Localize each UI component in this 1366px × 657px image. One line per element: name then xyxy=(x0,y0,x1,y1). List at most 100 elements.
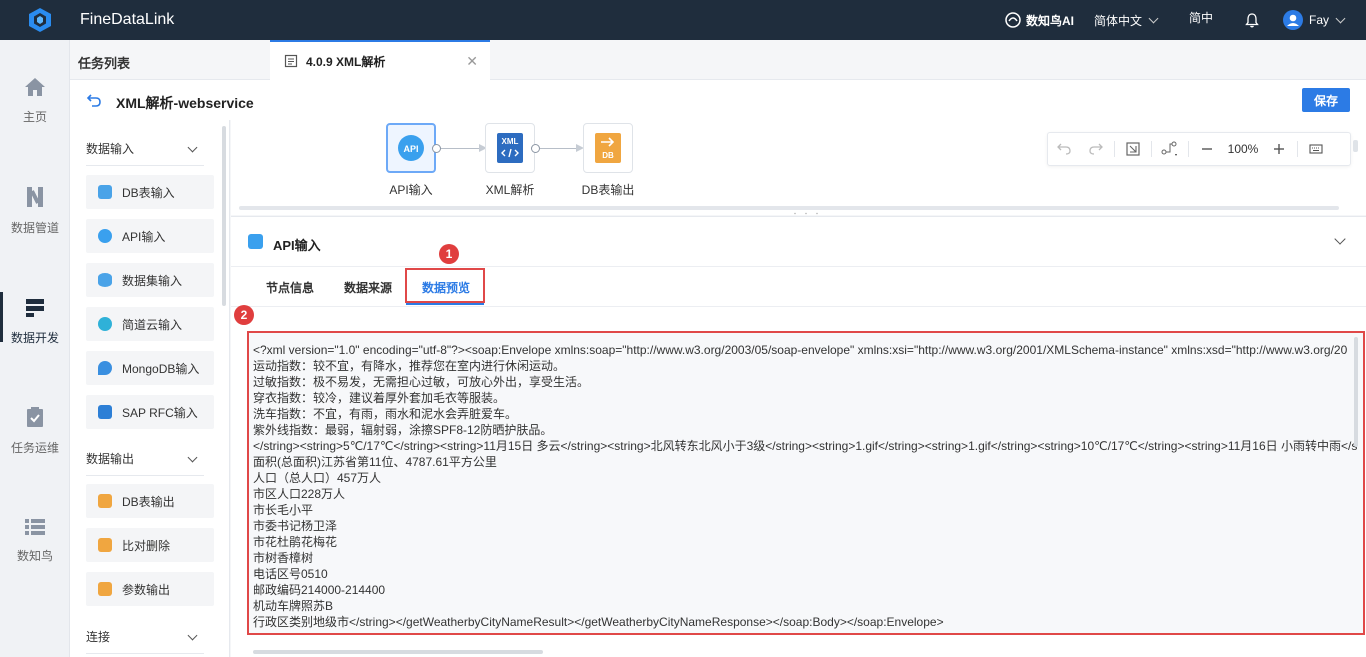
flow-canvas[interactable]: API API输入 XML XML解析 DB DB表输出 100% xyxy=(231,120,1366,215)
palette-item-compare-delete[interactable]: 比对删除 xyxy=(86,528,214,562)
palette-item-label: SAP RFC输入 xyxy=(122,405,198,420)
simplified-label: 简中 xyxy=(1188,10,1213,25)
edge-1[interactable] xyxy=(441,148,483,149)
annotation-badge-2: 2 xyxy=(234,305,254,325)
notification-button[interactable] xyxy=(1245,12,1259,28)
palette-item-dataset-input[interactable]: 数据集输入 xyxy=(86,263,214,297)
zoom-in-button[interactable] xyxy=(1263,133,1295,165)
tab-divider xyxy=(231,306,1366,307)
toolbar-divider xyxy=(1114,141,1115,157)
palette-item-label: 简道云输入 xyxy=(122,317,183,332)
palette-item-label: 数据集输入 xyxy=(122,273,183,288)
redo-icon xyxy=(1089,143,1103,155)
node-api-input[interactable]: API xyxy=(386,123,436,173)
user-menu[interactable]: Fay xyxy=(1282,10,1346,30)
node-port[interactable] xyxy=(432,144,441,153)
nav-pipeline[interactable]: 数据管道 xyxy=(0,186,70,236)
toolbar-divider xyxy=(1297,141,1298,157)
api-icon: API xyxy=(398,135,424,161)
group-data-input[interactable]: 数据输入 xyxy=(86,140,204,166)
tab-xml-parse-label: 4.0.9 XML解析 xyxy=(306,54,386,69)
nav-task-ops-label: 任务运维 xyxy=(10,441,59,455)
toolbar-divider xyxy=(1151,141,1152,157)
palette-item-param-output[interactable]: 参数输出 xyxy=(86,572,214,606)
fit-view-button[interactable] xyxy=(1117,133,1149,165)
db-output-icon xyxy=(98,494,112,508)
fit-view-icon xyxy=(1126,142,1140,156)
edge-2[interactable] xyxy=(540,148,580,149)
palette-item-db-input[interactable]: DB表输入 xyxy=(86,175,214,209)
panel-divider xyxy=(231,266,1366,267)
node-db-output-label: DB表输出 xyxy=(581,183,635,197)
tab-data-source[interactable]: 数据来源 xyxy=(344,279,392,296)
mongodb-icon xyxy=(98,361,112,375)
palette-item-sap-input[interactable]: SAP RFC输入 xyxy=(86,395,214,429)
app-logo-icon[interactable] xyxy=(27,7,53,33)
ai-label: 数知鸟AI xyxy=(1025,13,1074,28)
preview-scrollbar[interactable] xyxy=(1354,337,1358,447)
redo-button[interactable] xyxy=(1080,133,1112,165)
preview-line: 行政区类别地级市</string></getWeatherbyCityNameR… xyxy=(253,615,944,629)
group-connect[interactable]: 连接 xyxy=(86,628,204,654)
canvas-toolbar: 100% xyxy=(1047,132,1351,166)
nav-task-ops[interactable]: 任务运维 xyxy=(0,406,70,456)
compare-icon xyxy=(98,538,112,552)
palette-item-label: MongoDB输入 xyxy=(122,361,200,376)
group-data-output[interactable]: 数据输出 xyxy=(86,450,204,476)
task-ops-icon xyxy=(27,407,43,427)
palette-item-api-input[interactable]: API输入 xyxy=(86,219,214,253)
nav-bird[interactable]: 数知鸟 xyxy=(0,518,70,564)
simplified-toggle[interactable]: 简中 xyxy=(1189,9,1213,26)
tab-bar: 任务列表 4.0.9 XML解析 ✕ xyxy=(70,40,1366,80)
tab-node-info[interactable]: 节点信息 xyxy=(266,279,314,296)
api-icon xyxy=(98,229,112,243)
nav-home[interactable]: 主页 xyxy=(0,77,70,125)
layout-icon xyxy=(1161,141,1177,156)
panel-title: API输入 xyxy=(273,238,321,253)
canvas-hscrollbar[interactable] xyxy=(239,206,1339,210)
highlight-box-tab xyxy=(405,268,485,303)
user-icon xyxy=(1286,14,1299,26)
layout-button[interactable] xyxy=(1154,133,1186,165)
node-api-input-label: API输入 xyxy=(389,183,433,197)
preview-line: 电话区号0510 xyxy=(253,567,328,581)
node-db-output[interactable]: DB xyxy=(583,123,633,173)
keyboard-button[interactable] xyxy=(1300,133,1332,165)
preview-line: 人口（总人口）457万人 xyxy=(253,471,382,485)
palette-item-jiandaoyun-input[interactable]: 简道云输入 xyxy=(86,307,214,341)
palette-item-label: 参数输出 xyxy=(122,582,171,597)
list-icon xyxy=(25,519,45,535)
language-select[interactable]: 简体中文 xyxy=(1093,12,1159,29)
back-icon[interactable] xyxy=(86,92,102,108)
nav-data-dev[interactable]: 数据开发 xyxy=(0,298,70,346)
preview-line: 面积(总面积)江苏省第11位、4787.61平方公里 xyxy=(253,455,497,469)
api-node-glyph: API xyxy=(403,144,418,154)
document-icon xyxy=(284,54,298,68)
palette-item-mongodb-input[interactable]: MongoDB输入 xyxy=(86,351,214,385)
collapse-chevron-icon[interactable] xyxy=(1334,233,1346,245)
preview-line: 紫外线指数：最弱，辐射弱，涂擦SPF8-12防晒护肤品。 xyxy=(253,423,553,437)
preview-line: 穿衣指数：较冷，建议着厚外套加毛衣等服装。 xyxy=(253,391,506,405)
palette-scrollbar[interactable] xyxy=(222,126,226,306)
cloud-icon xyxy=(98,317,112,331)
node-xml-parse[interactable]: XML xyxy=(485,123,535,173)
palette-item-label: API输入 xyxy=(122,229,166,244)
data-preview-area[interactable]: <?xml version="1.0" encoding="utf-8"?><s… xyxy=(247,331,1365,635)
node-port[interactable] xyxy=(531,144,540,153)
ai-assistant-button[interactable]: 数知鸟AI xyxy=(1005,12,1074,29)
preview-line: 市花杜鹃花梅花 xyxy=(253,535,338,549)
zoom-out-button[interactable] xyxy=(1191,133,1223,165)
preview-line: 市长毛小平 xyxy=(253,503,314,517)
database-icon xyxy=(98,273,112,287)
undo-button[interactable] xyxy=(1048,133,1080,165)
keyboard-icon xyxy=(1309,144,1323,154)
palette-item-db-output[interactable]: DB表输出 xyxy=(86,484,214,518)
save-button[interactable]: 保存 xyxy=(1302,88,1350,112)
canvas-scrollbar[interactable] xyxy=(1353,140,1358,152)
tab-xml-parse[interactable]: 4.0.9 XML解析 ✕ xyxy=(270,40,490,80)
plus-icon xyxy=(1274,144,1284,154)
task-list-title: 任务列表 xyxy=(78,56,131,71)
language-label: 简体中文 xyxy=(1093,13,1142,28)
preview-hscrollbar[interactable] xyxy=(253,650,543,654)
close-icon[interactable]: ✕ xyxy=(466,53,478,70)
